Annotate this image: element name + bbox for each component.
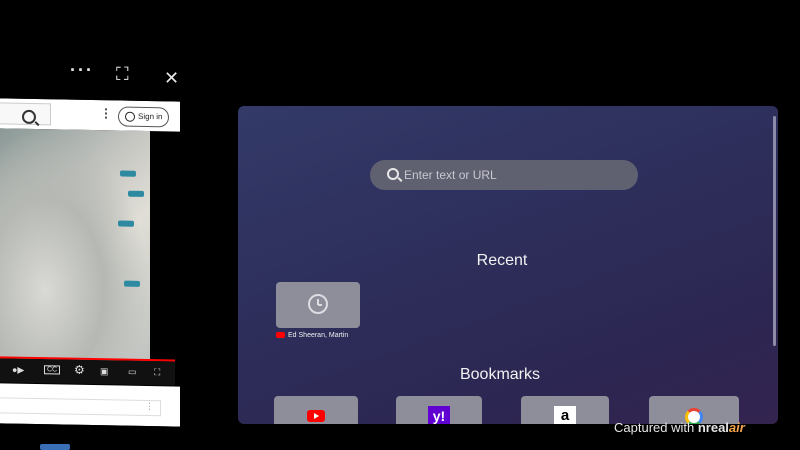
yahoo-icon: y! bbox=[428, 406, 450, 424]
sign-in-button[interactable]: Sign in bbox=[118, 106, 170, 128]
comment-row: ⋮ bbox=[0, 397, 161, 417]
sign-in-label: Sign in bbox=[138, 111, 163, 122]
youtube-header: ⋮ Sign in bbox=[0, 98, 180, 132]
captions-button[interactable]: CC bbox=[44, 365, 61, 375]
recent-item-caption[interactable]: Ed Sheeran, Martin bbox=[276, 332, 348, 339]
search-input-placeholder: Enter text or URL bbox=[404, 168, 497, 182]
youtube-icon bbox=[307, 410, 325, 422]
beach-umbrella bbox=[118, 220, 134, 227]
app-icon[interactable] bbox=[40, 444, 70, 450]
beach-umbrella bbox=[120, 170, 136, 177]
history-icon bbox=[308, 294, 328, 314]
beach-umbrella bbox=[124, 280, 140, 287]
fullscreen-icon[interactable]: ⛶ bbox=[154, 367, 160, 378]
search-icon bbox=[22, 109, 36, 125]
video-player[interactable] bbox=[0, 128, 150, 362]
theater-mode-icon[interactable]: ▭ bbox=[128, 367, 137, 378]
capture-watermark: Captured with nrealair bbox=[614, 420, 745, 435]
search-icon bbox=[387, 168, 399, 180]
youtube-below-video: ⋮ bbox=[0, 383, 180, 427]
autoplay-toggle-icon[interactable]: ●▶ bbox=[12, 365, 24, 376]
bookmark-amazon[interactable]: a bbox=[521, 396, 609, 424]
url-search-bar[interactable]: Enter text or URL bbox=[370, 160, 638, 190]
youtube-window: ⋮ Sign in ●▶ CC ⚙ ▣ ▭ ⛶ ⋮ bbox=[0, 98, 180, 427]
more-options-button[interactable]: ··· bbox=[70, 60, 94, 81]
amazon-icon: a bbox=[554, 406, 576, 424]
video-controls: ●▶ CC ⚙ ▣ ▭ ⛶ bbox=[0, 358, 175, 386]
close-button[interactable]: ✕ bbox=[164, 68, 179, 89]
recent-item-tile[interactable] bbox=[276, 282, 360, 328]
user-icon bbox=[125, 111, 135, 122]
scrollbar[interactable] bbox=[773, 116, 776, 346]
recent-item-label: Ed Sheeran, Martin bbox=[288, 332, 349, 339]
browser-new-tab-panel: Enter text or URL Recent Ed Sheeran, Mar… bbox=[238, 106, 778, 424]
beach-umbrella bbox=[128, 190, 144, 197]
youtube-search-button[interactable] bbox=[0, 102, 51, 126]
recent-heading: Recent bbox=[476, 252, 528, 269]
settings-icon[interactable]: ⚙ bbox=[74, 363, 85, 377]
watermark-suffix: air bbox=[728, 420, 745, 435]
youtube-menu-button[interactable]: ⋮ bbox=[100, 106, 112, 120]
miniplayer-icon[interactable]: ▣ bbox=[100, 366, 109, 377]
watermark-prefix: Captured with bbox=[614, 420, 695, 435]
fullscreen-button[interactable]: ⛶ bbox=[116, 64, 129, 85]
bookmarks-heading: Bookmarks bbox=[459, 366, 541, 383]
row-menu-icon[interactable]: ⋮ bbox=[145, 401, 154, 412]
bookmark-yahoo[interactable]: y! bbox=[396, 396, 482, 424]
watermark-brand: nreal bbox=[697, 420, 729, 435]
youtube-icon bbox=[276, 332, 285, 339]
bookmark-youtube[interactable] bbox=[274, 396, 358, 424]
